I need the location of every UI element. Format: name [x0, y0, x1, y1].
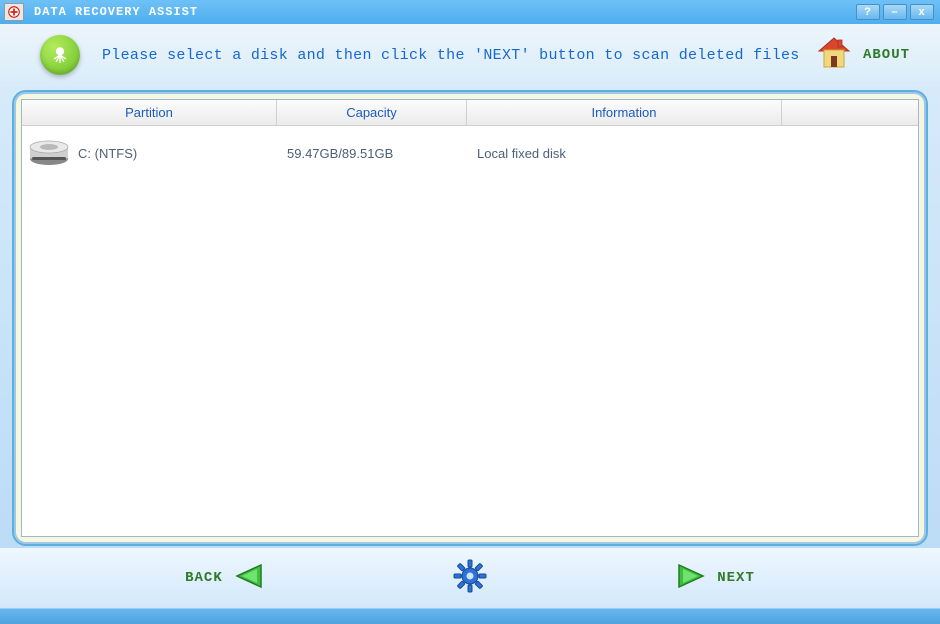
table-header: Partition Capacity Information [22, 100, 918, 126]
next-arrow-icon [677, 562, 707, 595]
bottom-bar [0, 608, 940, 624]
cell-capacity: 59.47GB/89.51GB [277, 146, 467, 161]
title-bar: DATA RECOVERY ASSIST ? – x [0, 0, 940, 24]
column-header-capacity[interactable]: Capacity [277, 100, 467, 125]
step-icon [40, 35, 80, 75]
next-label: NEXT [717, 570, 755, 586]
help-button[interactable]: ? [856, 4, 880, 20]
table-row[interactable]: C: (NTFS) 59.47GB/89.51GB Local fixed di… [22, 126, 918, 176]
close-button[interactable]: x [910, 4, 934, 20]
column-header-information[interactable]: Information [467, 100, 782, 125]
disk-table: Partition Capacity Information [21, 99, 919, 537]
back-arrow-icon [233, 562, 263, 595]
table-body: C: (NTFS) 59.47GB/89.51GB Local fixed di… [22, 126, 918, 176]
minimize-button[interactable]: – [883, 4, 907, 20]
cell-partition: C: (NTFS) [22, 139, 277, 167]
next-button[interactable]: NEXT [677, 562, 755, 595]
instruction-text: Please select a disk and then click the … [102, 47, 815, 64]
app-window: DATA RECOVERY ASSIST ? – x Please select… [0, 0, 940, 624]
column-header-partition[interactable]: Partition [22, 100, 277, 125]
about-button[interactable]: ABOUT [815, 36, 910, 75]
home-icon [815, 36, 853, 75]
settings-button[interactable] [453, 559, 487, 598]
content-frame: Partition Capacity Information [12, 90, 928, 546]
app-title: DATA RECOVERY ASSIST [34, 5, 856, 19]
header-strip: Please select a disk and then click the … [0, 24, 940, 86]
gear-icon [453, 559, 487, 598]
window-controls: ? – x [856, 4, 934, 20]
app-icon [4, 3, 24, 21]
main-area: Partition Capacity Information [0, 86, 940, 548]
about-label: ABOUT [863, 47, 910, 63]
footer-nav: BACK [0, 548, 940, 608]
back-label: BACK [185, 570, 223, 586]
column-header-blank[interactable] [782, 100, 918, 125]
disk-icon [28, 139, 70, 167]
partition-name: C: (NTFS) [78, 146, 137, 161]
cell-information: Local fixed disk [467, 146, 782, 161]
back-button[interactable]: BACK [185, 562, 263, 595]
